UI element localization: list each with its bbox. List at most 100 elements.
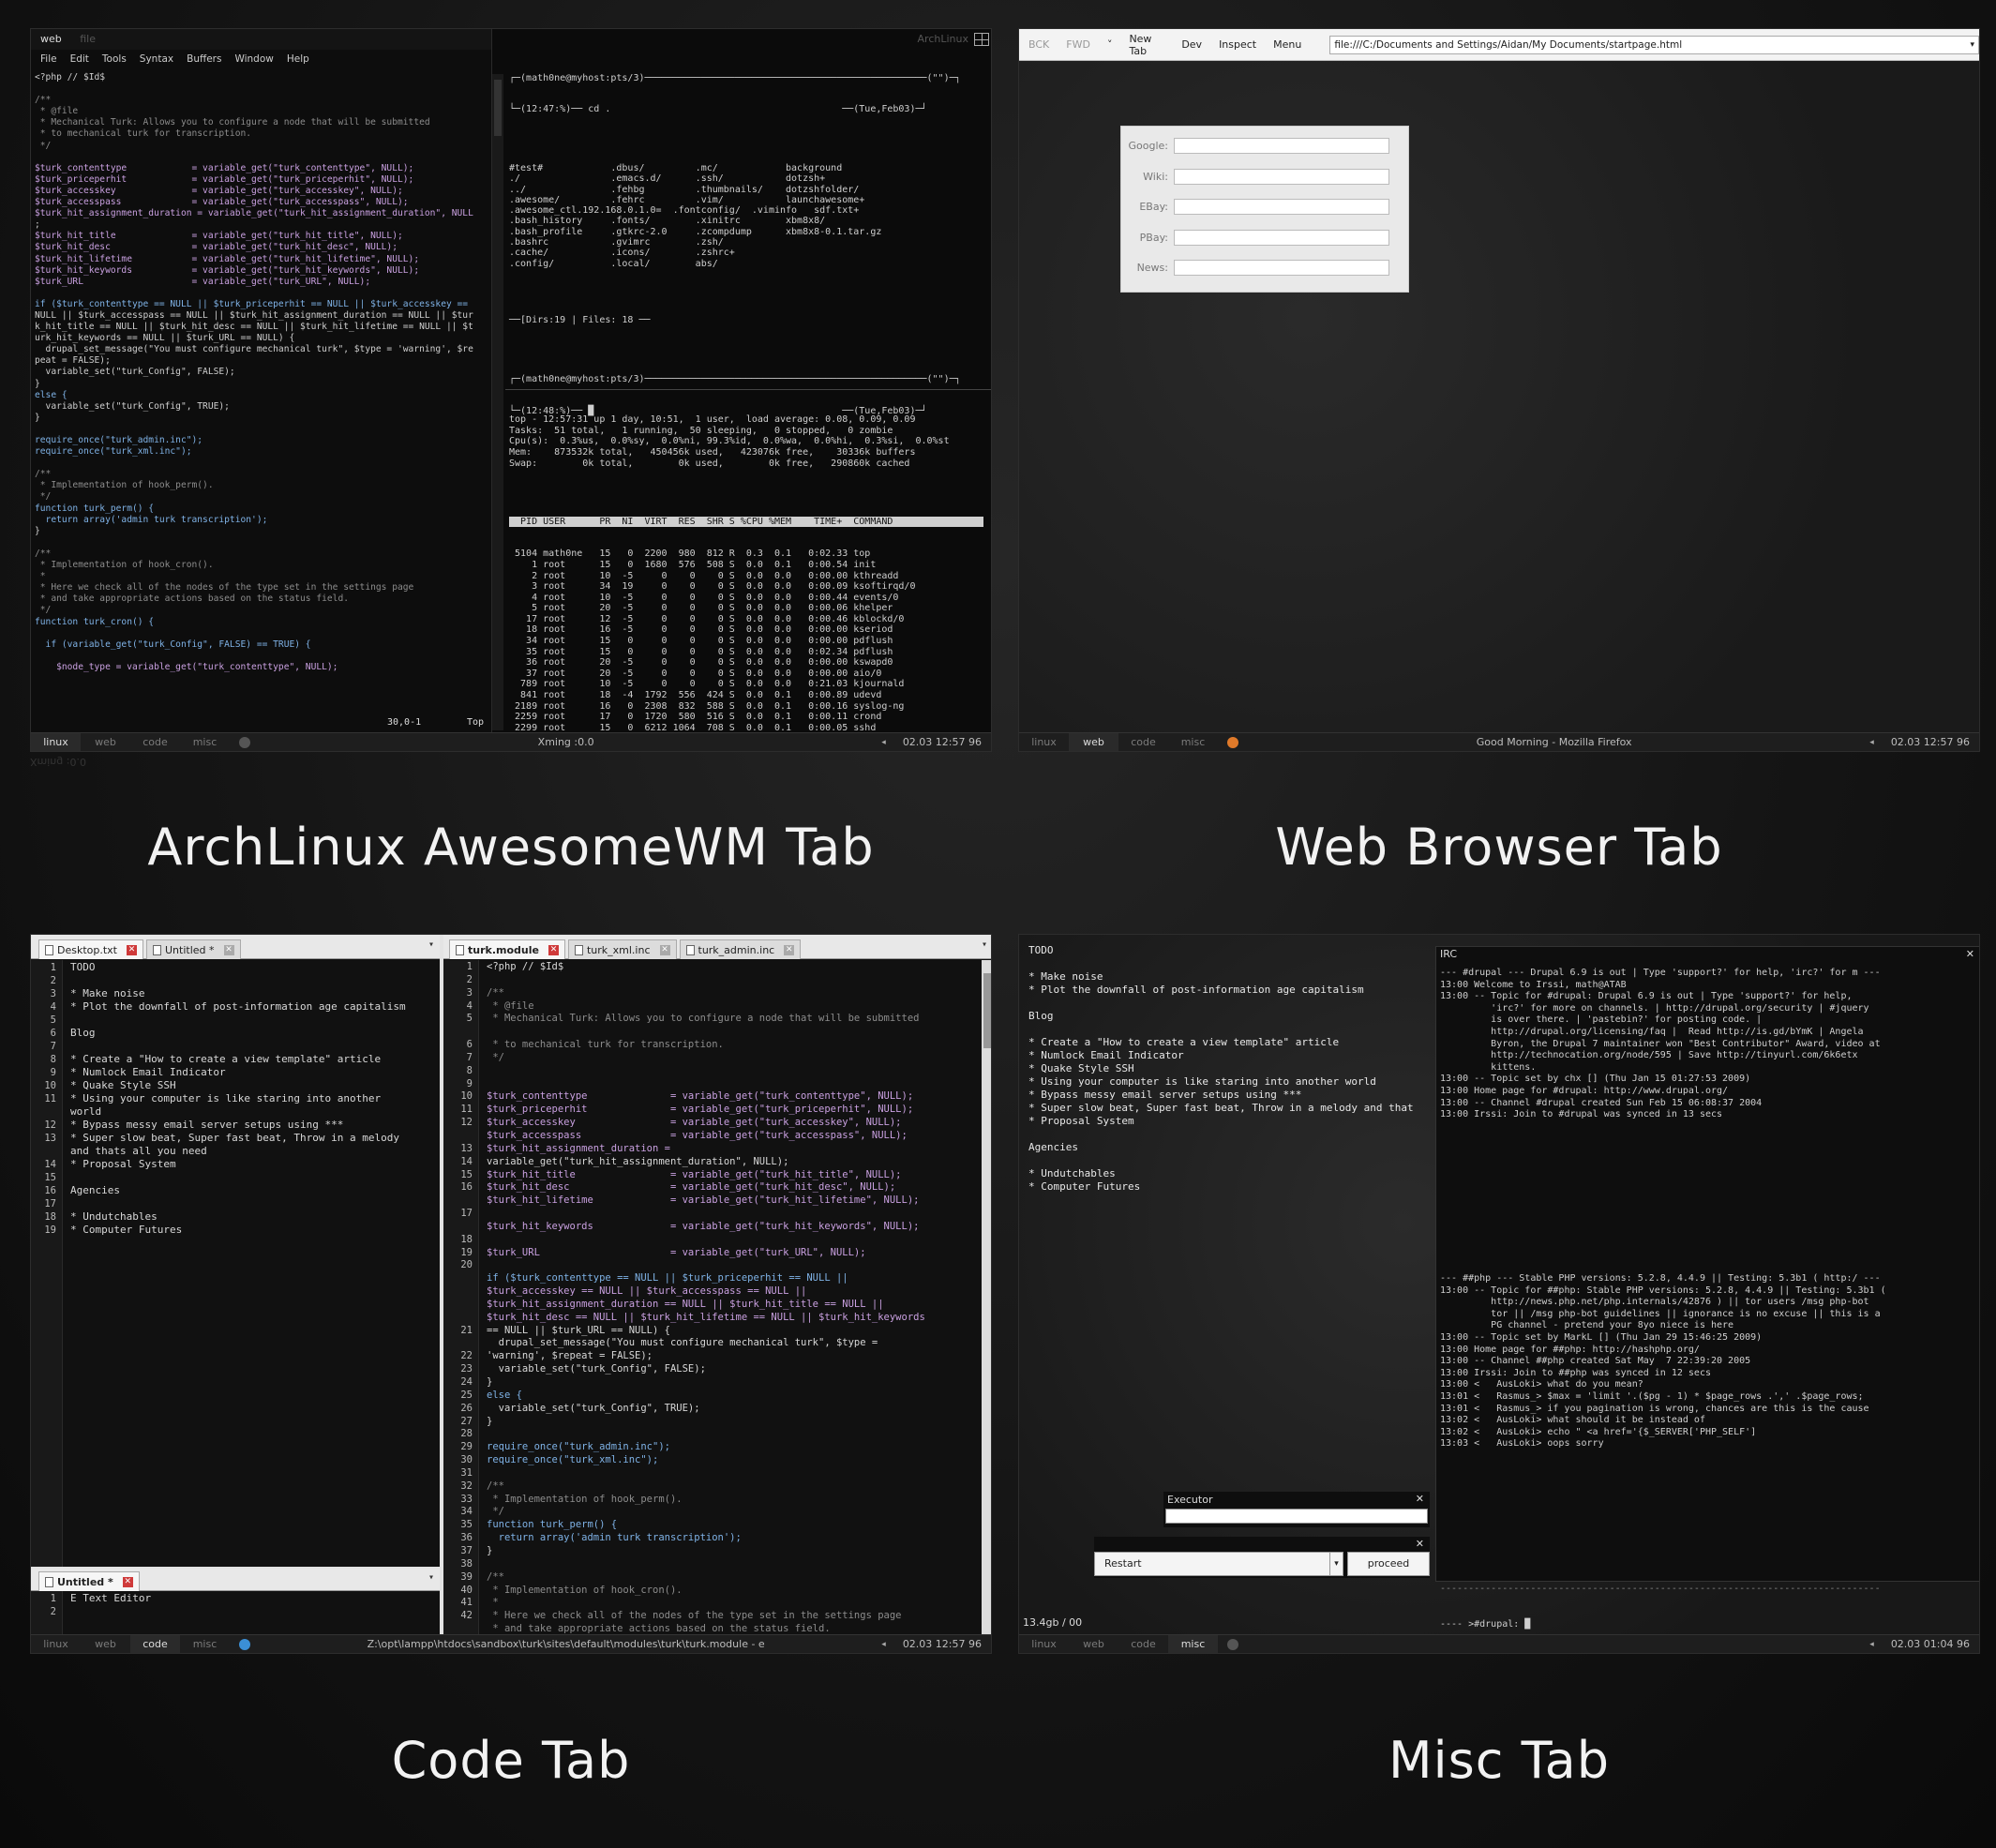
tag-web[interactable]: web bbox=[1069, 1635, 1118, 1654]
todo-text[interactable]: TODO * Make noise * Plot the downfall of p… bbox=[70, 960, 406, 1237]
bottom-editor-text[interactable]: E Text Editor bbox=[70, 1592, 151, 1605]
tag-web[interactable]: web bbox=[81, 1635, 130, 1654]
code-line: } bbox=[487, 1544, 493, 1556]
code-line: peat = FALSE); bbox=[35, 355, 111, 367]
line-number: 16 bbox=[460, 1181, 473, 1194]
menu-item-tools[interactable]: Tools bbox=[102, 53, 127, 65]
tab-untitled[interactable]: Untitled * ✕ bbox=[38, 1571, 140, 1591]
tab-list-dropdown-icon[interactable]: ▾ bbox=[428, 1572, 434, 1583]
menu-item-edit[interactable]: Edit bbox=[70, 53, 89, 65]
nav-button-1[interactable]: FWD bbox=[1066, 38, 1090, 51]
launcher-icon[interactable] bbox=[1227, 736, 1238, 748]
line-number: 42 bbox=[460, 1610, 473, 1622]
launcher-icon[interactable] bbox=[1227, 1638, 1238, 1650]
code-line: /** bbox=[35, 95, 52, 106]
code-line: * Implementation of hook_cron(). bbox=[487, 1584, 683, 1596]
process-row: 789 root 10 -5 0 0 0 S 0.0 0.0 0:21.03 k… bbox=[509, 679, 905, 690]
search-input-0[interactable] bbox=[1174, 138, 1389, 154]
tab-0[interactable]: turk.module ✕ bbox=[449, 939, 565, 959]
tab-1[interactable]: turk_xml.inc ✕ bbox=[567, 939, 677, 959]
search-input-4[interactable] bbox=[1174, 260, 1389, 276]
editor-scrollbar[interactable] bbox=[982, 960, 991, 1636]
tag-web[interactable]: web bbox=[1069, 732, 1118, 751]
irc-window[interactable]: IRC ✕ --- #drupal --- Drupal 6.9 is out … bbox=[1435, 946, 1979, 1630]
desktop-todo-text: TODO * Make noise * Plot the downfall of p… bbox=[1028, 944, 1414, 1194]
tag-misc[interactable]: misc bbox=[180, 733, 230, 752]
restart-select[interactable]: Restart ▾ bbox=[1094, 1552, 1343, 1576]
line-number: 3 bbox=[50, 988, 56, 999]
tab-1[interactable]: Untitled * ✕ bbox=[146, 939, 241, 959]
close-icon[interactable]: ✕ bbox=[784, 944, 795, 955]
close-icon[interactable]: ✕ bbox=[659, 944, 670, 955]
code-line: } bbox=[487, 1415, 493, 1427]
menu-item-window[interactable]: Window bbox=[234, 53, 273, 65]
url-dropdown-icon[interactable]: ▾ bbox=[1970, 37, 1974, 53]
tab-list-dropdown-icon[interactable]: ▾ bbox=[428, 939, 434, 950]
menu-item-buffers[interactable]: Buffers bbox=[187, 53, 221, 65]
tag-linux[interactable]: linux bbox=[1019, 733, 1069, 752]
layout-icon[interactable] bbox=[974, 33, 989, 46]
terminal[interactable]: ArchLinux ┌─(math0ne@myhost:pts/3)──────… bbox=[505, 29, 991, 734]
menu-item-syntax[interactable]: Syntax bbox=[140, 53, 173, 65]
close-icon[interactable]: ✕ bbox=[1416, 1538, 1424, 1550]
close-icon[interactable]: ✕ bbox=[1966, 947, 1974, 962]
code-line: NULL || $turk_accesspass == NULL || $tur… bbox=[35, 309, 473, 321]
tab-0[interactable]: Desktop.txt ✕ bbox=[38, 939, 143, 959]
editor-scrollbar[interactable] bbox=[492, 74, 503, 730]
close-icon[interactable]: ✕ bbox=[122, 1576, 133, 1587]
close-icon[interactable]: ✕ bbox=[223, 944, 234, 955]
nav-button-5[interactable]: Inspect bbox=[1219, 38, 1256, 51]
proceed-button[interactable]: proceed bbox=[1347, 1552, 1430, 1576]
tag-misc[interactable]: misc bbox=[1168, 1634, 1218, 1653]
bottom-tabbar: Untitled * ✕ ▾ bbox=[31, 1569, 440, 1591]
todo-line: * Plot the downfall of post-information … bbox=[1028, 984, 1364, 996]
tag-linux[interactable]: linux bbox=[31, 732, 81, 751]
tag-code[interactable]: code bbox=[1118, 733, 1168, 752]
tag-linux[interactable]: linux bbox=[1019, 1635, 1069, 1654]
scrollbar-thumb[interactable] bbox=[983, 973, 991, 1048]
menu-item-help[interactable]: Help bbox=[287, 53, 309, 65]
close-icon[interactable]: ✕ bbox=[548, 944, 559, 955]
code-line: drupal_set_message("You must configure m… bbox=[487, 1337, 878, 1349]
nav-button-0[interactable]: BCK bbox=[1028, 38, 1049, 51]
menu-item-file[interactable]: File bbox=[40, 53, 57, 65]
vim-editor[interactable]: web file File Edit Tools Syntax Buffers Windo… bbox=[31, 29, 492, 734]
volume-icon[interactable]: ◂ bbox=[881, 1640, 886, 1649]
search-input-1[interactable] bbox=[1174, 168, 1389, 185]
irc-php-buffer: --- ##php --- Stable PHP versions: 5.2.8… bbox=[1440, 1273, 1886, 1450]
volume-icon[interactable]: ◂ bbox=[1869, 1640, 1874, 1649]
close-icon[interactable]: ✕ bbox=[1416, 1493, 1424, 1505]
search-input-2[interactable] bbox=[1174, 199, 1389, 215]
code-line: variable_set("turk_Config", FALSE); bbox=[487, 1363, 706, 1375]
tag-code[interactable]: code bbox=[130, 1634, 180, 1653]
launcher-icon[interactable] bbox=[239, 736, 250, 748]
php-code[interactable]: <?php // $Id$ /** * @file * Mechanical Tu… bbox=[487, 960, 925, 1636]
executor-input[interactable] bbox=[1165, 1509, 1428, 1524]
line-number: 2 bbox=[50, 975, 56, 986]
editor-code[interactable]: <?php // $Id$ /** * @file * Mechanical Tu… bbox=[31, 68, 491, 673]
code-line: */ bbox=[35, 605, 52, 616]
launcher-icon[interactable] bbox=[239, 1638, 250, 1650]
volume-icon[interactable]: ◂ bbox=[1869, 738, 1874, 747]
line-number bbox=[443, 1299, 473, 1312]
tag-misc[interactable]: misc bbox=[1168, 733, 1218, 752]
tag-code[interactable]: code bbox=[1118, 1635, 1168, 1654]
top-summary-line: Swap: 0k total, 0k used, 0k free, 290860… bbox=[509, 458, 910, 469]
nav-button-4[interactable]: Dev bbox=[1181, 38, 1202, 51]
nav-button-2[interactable]: ˅ bbox=[1107, 38, 1113, 51]
tag-code[interactable]: code bbox=[130, 733, 180, 752]
volume-icon[interactable]: ◂ bbox=[881, 738, 886, 747]
tag-linux[interactable]: linux bbox=[31, 1635, 81, 1654]
nav-button-3[interactable]: New Tab bbox=[1129, 33, 1164, 57]
tab-2[interactable]: turk_admin.inc ✕ bbox=[679, 939, 802, 959]
todo-line: Agencies bbox=[1028, 1141, 1078, 1153]
nav-button-6[interactable]: Menu bbox=[1273, 38, 1301, 51]
close-icon[interactable]: ✕ bbox=[127, 944, 137, 955]
scrollbar-thumb[interactable] bbox=[494, 80, 502, 136]
search-input-3[interactable] bbox=[1174, 229, 1389, 246]
tag-misc[interactable]: misc bbox=[180, 1635, 230, 1654]
tag-web[interactable]: web bbox=[81, 733, 130, 752]
url-bar[interactable]: file:///C:/Documents and Settings/Aidan/… bbox=[1329, 35, 1979, 54]
tab-list-dropdown-icon[interactable]: ▾ bbox=[982, 939, 987, 950]
scroll-position: Top bbox=[467, 717, 485, 728]
